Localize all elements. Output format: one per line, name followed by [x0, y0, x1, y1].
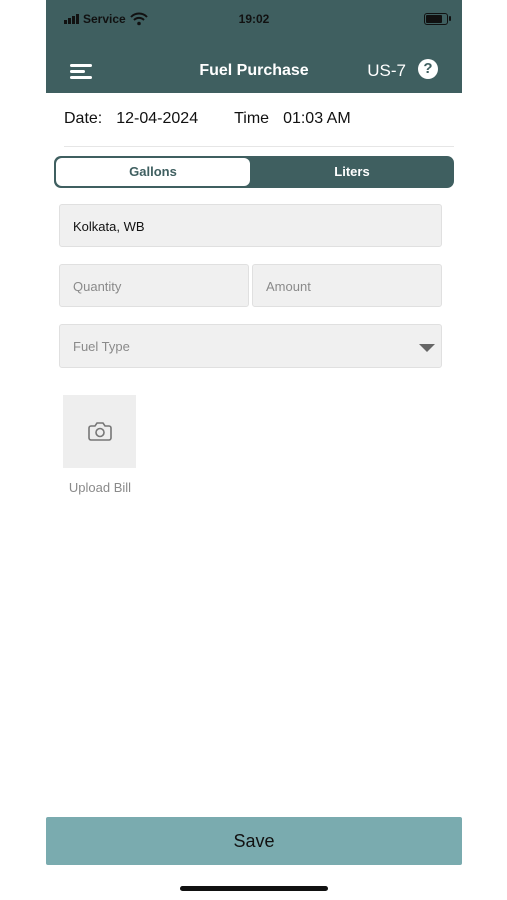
- status-bar: Service 19:02: [46, 0, 462, 38]
- tab-liters[interactable]: Liters: [254, 158, 450, 186]
- help-icon[interactable]: ?: [418, 59, 438, 79]
- divider: [64, 146, 454, 147]
- unit-id[interactable]: US-7: [367, 61, 406, 81]
- save-button[interactable]: Save: [46, 817, 462, 865]
- date-value[interactable]: 12-04-2024: [116, 110, 198, 128]
- quantity-input[interactable]: Quantity: [59, 264, 249, 307]
- status-time: 19:02: [238, 12, 270, 26]
- fuel-type-placeholder: Fuel Type: [73, 339, 130, 354]
- unit-toggle: Gallons Liters: [54, 156, 454, 188]
- tab-gallons[interactable]: Gallons: [56, 158, 250, 186]
- camera-icon: [88, 422, 112, 441]
- fuel-type-select[interactable]: Fuel Type: [59, 324, 442, 368]
- battery-icon: [424, 13, 451, 25]
- upload-bill-label: Upload Bill: [68, 480, 132, 495]
- amount-input[interactable]: Amount: [252, 264, 442, 307]
- time-label: Time: [234, 110, 270, 127]
- app-header: Service 19:02 Fuel Purchase US-7 ?: [46, 0, 462, 93]
- chevron-down-icon: [419, 344, 435, 352]
- nav-bar: Fuel Purchase US-7 ?: [46, 48, 462, 93]
- location-field[interactable]: Kolkata, WB: [59, 204, 442, 247]
- date-time-row: Date: 12-04-2024 Time 01:03 AM: [64, 110, 387, 128]
- upload-bill-button[interactable]: [63, 395, 136, 468]
- time-value[interactable]: 01:03 AM: [283, 110, 351, 128]
- home-indicator: [180, 886, 328, 891]
- app-screen: Service 19:02 Fuel Purchase US-7 ? Date:: [46, 0, 462, 900]
- date-label: Date:: [64, 110, 103, 127]
